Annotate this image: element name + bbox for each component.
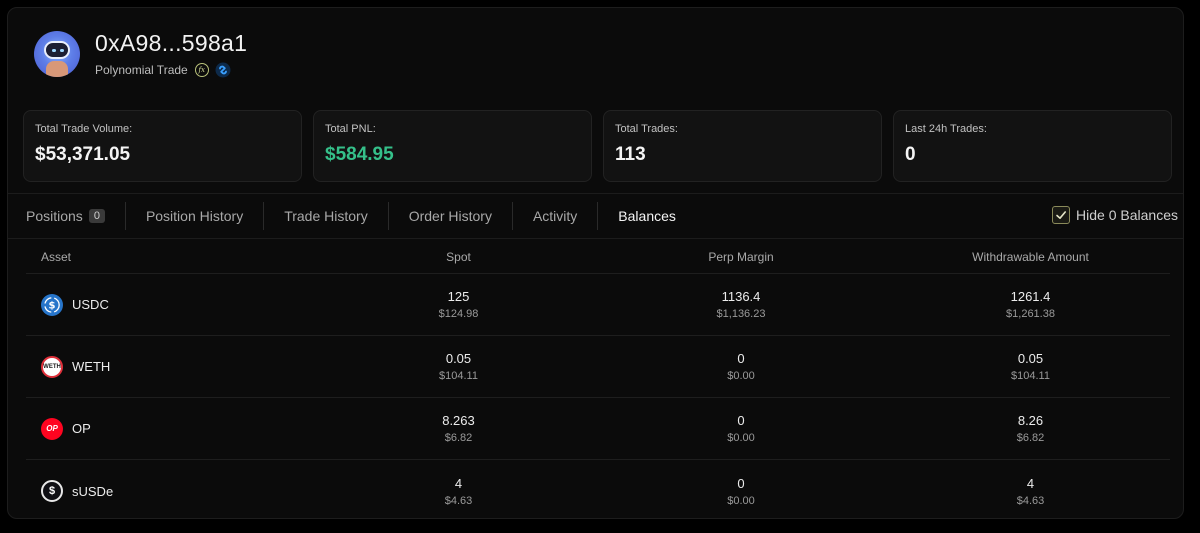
table-row: OP OP 8.263 $6.82 0 $0.00 8.26 $6.82	[26, 398, 1170, 460]
col-asset: Asset	[41, 249, 72, 264]
asset-name: USDC	[72, 297, 109, 312]
table-header: Asset Spot Perp Margin Withdrawable Amou…	[26, 240, 1170, 274]
susde-icon: $	[41, 480, 63, 502]
platform-name: Polynomial Trade	[95, 63, 188, 77]
tab-activity[interactable]: Activity	[513, 202, 599, 230]
tab-position-history[interactable]: Position History	[126, 202, 265, 230]
weth-icon: WETH	[41, 355, 63, 378]
tab-bar: Positions 0 Position History Trade Histo…	[8, 193, 1183, 239]
tab-order-history[interactable]: Order History	[389, 202, 513, 230]
table-row: WETH WETH 0.05 $104.11 0 $0.00 0.05 $104.11	[26, 336, 1170, 398]
op-icon: OP	[41, 417, 63, 440]
stat-last-24h-trades: Last 24h Trades: 0	[893, 110, 1172, 182]
link-badge-icon	[215, 62, 231, 78]
asset-name: WETH	[72, 359, 111, 374]
hide-zero-checkbox[interactable]	[1052, 206, 1071, 224]
hide-zero-balances-toggle[interactable]: Hide 0 Balances	[1052, 206, 1178, 224]
tab-trade-history[interactable]: Trade History	[264, 202, 389, 230]
col-perp-margin: Perp Margin	[708, 249, 774, 264]
stat-total-pnl: Total PNL: $584.95	[313, 110, 592, 182]
asset-name: sUSDe	[72, 483, 114, 499]
svg-text:$: $	[49, 300, 56, 311]
wallet-address: 0xA98...598a1	[95, 30, 248, 56]
positions-count-badge: 0	[88, 209, 105, 223]
account-panel: 0xA98...598a1 Polynomial Trade fx Total …	[7, 7, 1184, 519]
col-withdrawable: Withdrawable Amount	[972, 249, 1089, 264]
tab-positions[interactable]: Positions 0	[8, 202, 126, 230]
stat-total-trades: Total Trades: 113	[603, 110, 882, 182]
hide-zero-label: Hide 0 Balances	[1076, 207, 1178, 223]
fx-badge-icon: fx	[194, 63, 209, 77]
stats-row: Total Trade Volume: $53,371.05 Total PNL…	[23, 110, 1172, 182]
usdc-icon: $	[41, 293, 63, 316]
balances-table: Asset Spot Perp Margin Withdrawable Amou…	[26, 240, 1170, 518]
tab-balances[interactable]: Balances	[598, 202, 696, 230]
col-spot: Spot	[446, 249, 471, 264]
asset-name: OP	[72, 421, 91, 436]
account-header: 0xA98...598a1 Polynomial Trade fx	[34, 26, 247, 82]
avatar	[34, 31, 80, 77]
checkmark-icon	[1056, 211, 1067, 219]
stat-total-trade-volume: Total Trade Volume: $53,371.05	[23, 110, 302, 182]
table-row: $ USDC 125 $124.98 1136.4 $1,136.23 1261.4…	[26, 274, 1170, 336]
table-row: $ sUSDe 4 $4.63 0 $0.00 4 $4.63	[26, 460, 1170, 518]
